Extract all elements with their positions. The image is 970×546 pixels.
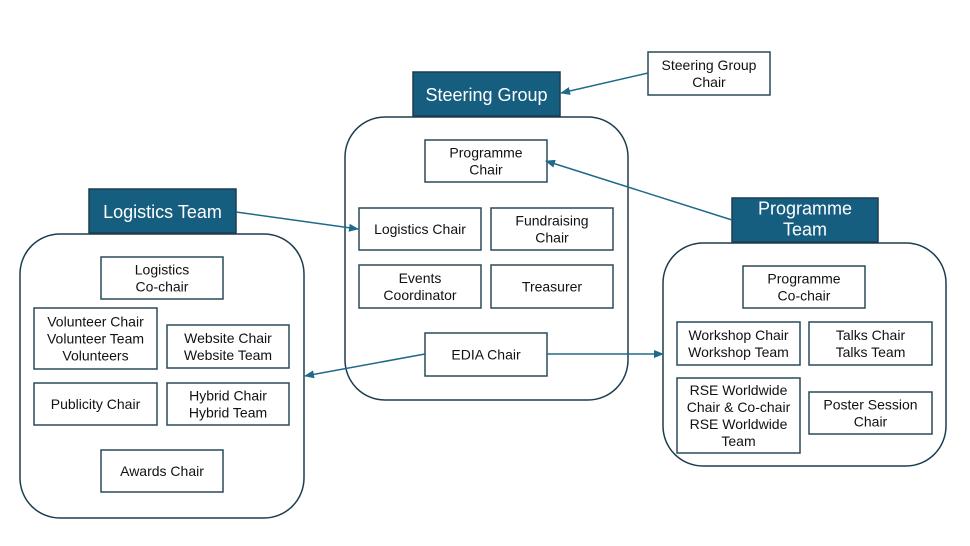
arrow-sg-chair-to-steering [560, 72, 649, 95]
treasurer-box-text: Treasurer [522, 279, 583, 295]
rse-worldwide-box-text: Chair & Co-chair [687, 399, 791, 415]
workshop-chair-box-text: Workshop Team [688, 344, 789, 360]
programme-co-chair-box-text: Co-chair [778, 288, 831, 304]
programme-chair-box-text: Chair [469, 162, 503, 178]
logistics-co-chair-box-text: Co-chair [136, 279, 189, 295]
rse-worldwide-box-text: RSE Worldwide [690, 382, 788, 398]
events-coordinator-box-text: Coordinator [383, 287, 456, 303]
programme-team-header-text: Programme [758, 199, 852, 219]
volunteer-chair-box-text: Volunteer Chair [47, 314, 144, 330]
poster-session-chair-box-text: Chair [854, 414, 888, 430]
rse-worldwide-box-text: Team [721, 433, 755, 449]
steering-group-chair-box-text: Chair [692, 74, 726, 90]
website-chair-box-text: Website Team [184, 347, 272, 363]
arrow-logistics-team-to-logistics-chair [235, 211, 359, 232]
workshop-chair-box-text: Workshop Chair [688, 327, 788, 343]
programme-team-header-text: Team [783, 220, 827, 240]
awards-chair-box-text: Awards Chair [120, 463, 204, 479]
hybrid-chair-box-text: Hybrid Team [189, 405, 267, 421]
edia-chair-box-text: EDIA Chair [451, 347, 521, 363]
programme-chair-box-text: Programme [449, 145, 522, 161]
hybrid-chair-box-text: Hybrid Chair [189, 388, 267, 404]
website-chair-box-text: Website Chair [184, 330, 272, 346]
publicity-chair-box-text: Publicity Chair [51, 396, 141, 412]
poster-session-chair-box-text: Poster Session [823, 397, 917, 413]
volunteer-chair-box-text: Volunteers [62, 348, 128, 364]
steering-group-header-text: Steering Group [425, 85, 547, 105]
fundraising-chair-box-text: Chair [535, 230, 569, 246]
fundraising-chair-box-text: Fundraising [515, 213, 588, 229]
programme-co-chair-box-text: Programme [767, 271, 840, 287]
talks-chair-box-text: Talks Team [836, 344, 906, 360]
rse-worldwide-box-text: RSE Worldwide [690, 416, 788, 432]
logistics-team-header-text: Logistics Team [103, 202, 222, 222]
volunteer-chair-box-text: Volunteer Team [47, 331, 144, 347]
org-diagram: Steering GroupLogistics Team ProgrammeTea… [19, 51, 947, 519]
logistics-chair-box-text: Logistics Chair [374, 221, 466, 237]
steering-group-chair-box-text: Steering Group [662, 57, 757, 73]
logistics-co-chair-box-text: Logistics [135, 262, 189, 278]
events-coordinator-box-text: Events [399, 270, 442, 286]
talks-chair-box-text: Talks Chair [836, 327, 906, 343]
